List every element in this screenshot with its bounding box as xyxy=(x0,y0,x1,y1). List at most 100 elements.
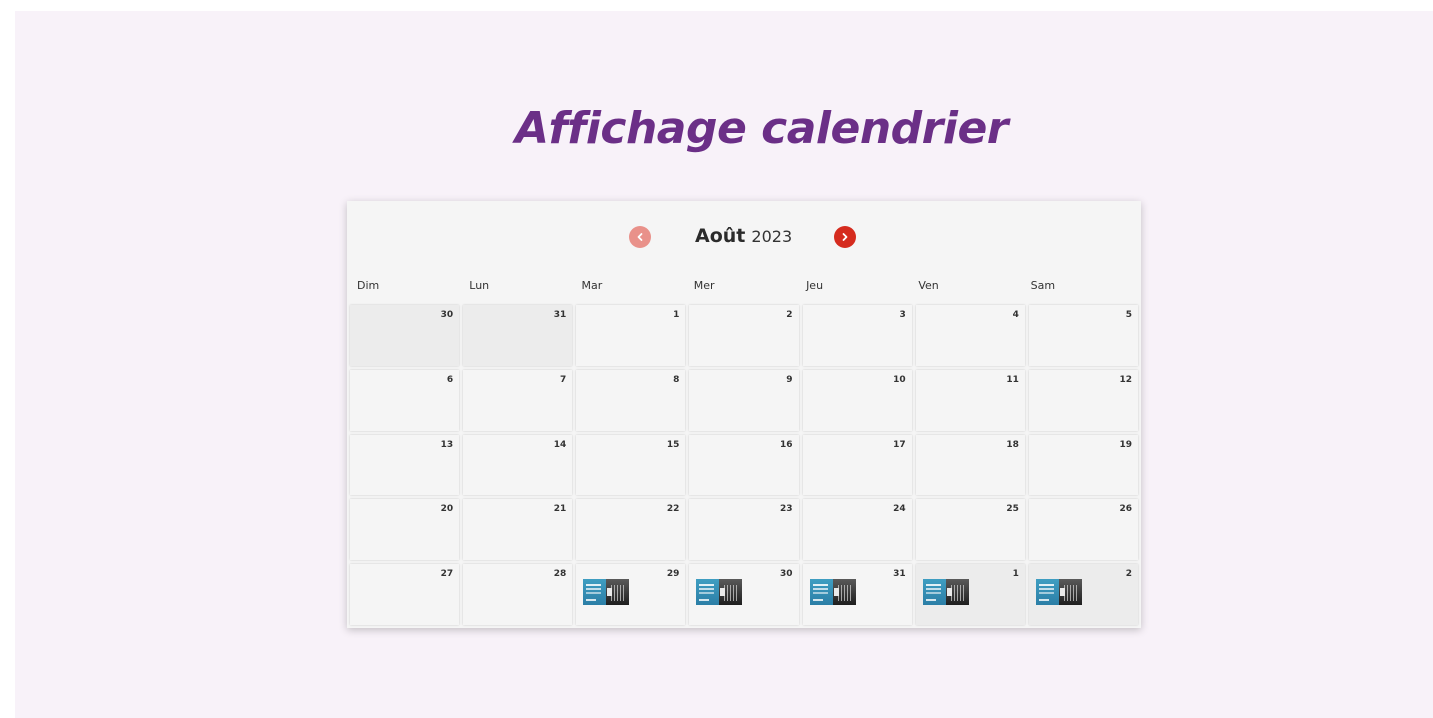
weekday-label: Jeu xyxy=(806,279,824,292)
event-thumbnail-photo xyxy=(606,579,630,606)
month-year-label: Août 2023 xyxy=(695,225,792,247)
prev-month-button[interactable] xyxy=(629,226,651,248)
weekday-label: Mer xyxy=(693,279,715,292)
day-cell[interactable]: 13 xyxy=(350,434,460,496)
weekday-label: Dim xyxy=(357,279,380,292)
event-thumbnail-graphic xyxy=(583,579,607,606)
day-cell[interactable]: 18 xyxy=(915,434,1025,496)
day-number: 1 xyxy=(673,310,680,320)
chevron-right-icon xyxy=(842,233,848,241)
day-number: 16 xyxy=(780,439,793,450)
day-number: 23 xyxy=(780,504,793,515)
day-cell[interactable]: 2 xyxy=(1028,564,1138,625)
day-number: 15 xyxy=(666,439,680,450)
day-cell[interactable]: 23 xyxy=(689,499,799,561)
day-number: 8 xyxy=(673,374,680,385)
day-number: 10 xyxy=(893,374,906,385)
page-title: Affichage calendrier xyxy=(514,103,1009,154)
day-cell[interactable]: 16 xyxy=(689,434,799,496)
day-cell[interactable]: 14 xyxy=(463,434,573,496)
day-cell[interactable]: 3 xyxy=(802,305,912,366)
day-number: 30 xyxy=(440,310,454,320)
calendar-grid: 30 31 1 2 3 4 5 6 7 8 9 10 11 12 13 14 15 16 17 18 19 20 21 22 2… xyxy=(350,305,1138,625)
day-cell[interactable]: 30 xyxy=(689,564,799,625)
day-cell[interactable]: 19 xyxy=(1028,434,1138,496)
event-thumbnail-photo xyxy=(719,579,743,606)
day-number: 6 xyxy=(446,374,454,385)
day-cell[interactable]: 4 xyxy=(915,305,1025,366)
day-cell[interactable]: 29 xyxy=(576,564,686,625)
weekday-label: Sam xyxy=(1030,279,1056,292)
day-number: 19 xyxy=(1119,439,1132,450)
weekday-label: Ven xyxy=(918,279,939,292)
day-number: 31 xyxy=(553,310,567,320)
day-number: 28 xyxy=(553,569,567,580)
day-number: 4 xyxy=(1012,310,1019,320)
day-number: 2 xyxy=(1125,569,1132,580)
day-number: 20 xyxy=(440,504,454,515)
day-cell[interactable]: 12 xyxy=(1028,369,1138,431)
event-thumbnail-graphic xyxy=(696,579,720,606)
day-cell[interactable]: 30 xyxy=(350,305,460,366)
day-cell[interactable]: 10 xyxy=(802,369,912,431)
day-cell[interactable]: 20 xyxy=(350,499,460,561)
next-month-button[interactable] xyxy=(834,226,856,248)
calendar-header: Août 2023 xyxy=(347,223,1141,251)
day-number: 21 xyxy=(553,504,567,515)
day-cell[interactable]: 1 xyxy=(915,564,1025,625)
day-number: 11 xyxy=(1006,374,1019,385)
day-cell[interactable]: 17 xyxy=(802,434,912,496)
day-cell[interactable]: 25 xyxy=(915,499,1025,561)
event-thumbnail-photo xyxy=(945,579,969,606)
day-number: 2 xyxy=(786,310,793,320)
day-number: 24 xyxy=(893,504,906,515)
day-cell[interactable]: 5 xyxy=(1028,305,1138,366)
day-number: 12 xyxy=(1119,374,1132,385)
year-name: 2023 xyxy=(751,227,793,246)
day-cell[interactable]: 24 xyxy=(802,499,912,561)
day-cell[interactable]: 6 xyxy=(350,369,460,431)
day-number: 7 xyxy=(560,374,567,385)
day-cell[interactable]: 22 xyxy=(576,499,686,561)
day-cell[interactable]: 8 xyxy=(576,369,686,431)
weekday-header-row: Dim Lun Mar Mer Jeu Ven Sam xyxy=(351,279,1137,292)
event-thumbnail-photo xyxy=(1058,579,1082,606)
day-cell[interactable]: 9 xyxy=(689,369,799,431)
day-cell[interactable]: 21 xyxy=(463,499,573,561)
day-number: 25 xyxy=(1006,504,1019,515)
event-thumbnail[interactable] xyxy=(922,579,969,606)
day-cell[interactable]: 26 xyxy=(1028,499,1138,561)
day-number: 27 xyxy=(440,569,454,580)
day-cell[interactable]: 31 xyxy=(463,305,573,366)
day-number: 13 xyxy=(440,439,454,450)
event-thumbnail-graphic xyxy=(922,579,946,606)
event-thumbnail-graphic xyxy=(1035,579,1059,606)
event-thumbnail[interactable] xyxy=(809,579,856,606)
day-cell[interactable]: 31 xyxy=(802,564,912,625)
day-number: 1 xyxy=(1012,569,1019,580)
day-cell[interactable]: 1 xyxy=(576,305,686,366)
weekday-label: Mar xyxy=(581,279,603,292)
day-cell[interactable]: 7 xyxy=(463,369,573,431)
month-name: Août xyxy=(695,225,746,247)
event-thumbnail-photo xyxy=(832,579,856,606)
day-number: 17 xyxy=(893,439,906,450)
day-number: 26 xyxy=(1119,504,1132,515)
day-number: 5 xyxy=(1125,310,1132,320)
event-thumbnail[interactable] xyxy=(583,579,630,606)
day-number: 29 xyxy=(666,569,680,580)
event-thumbnail-graphic xyxy=(809,579,833,606)
weekday-label: Lun xyxy=(469,279,490,292)
event-thumbnail[interactable] xyxy=(1035,579,1082,606)
day-number: 3 xyxy=(899,310,906,320)
event-thumbnail[interactable] xyxy=(696,579,743,606)
day-cell[interactable]: 28 xyxy=(463,564,573,625)
day-number: 14 xyxy=(553,439,567,450)
day-number: 9 xyxy=(786,374,793,385)
day-cell[interactable]: 15 xyxy=(576,434,686,496)
day-cell[interactable]: 27 xyxy=(350,564,460,625)
day-cell[interactable]: 11 xyxy=(915,369,1025,431)
day-cell[interactable]: 2 xyxy=(689,305,799,366)
day-number: 30 xyxy=(780,569,793,580)
calendar: Août 2023 Dim Lun Mar Mer Jeu Ven Sam 30 31 1 2 3 4… xyxy=(347,201,1141,628)
